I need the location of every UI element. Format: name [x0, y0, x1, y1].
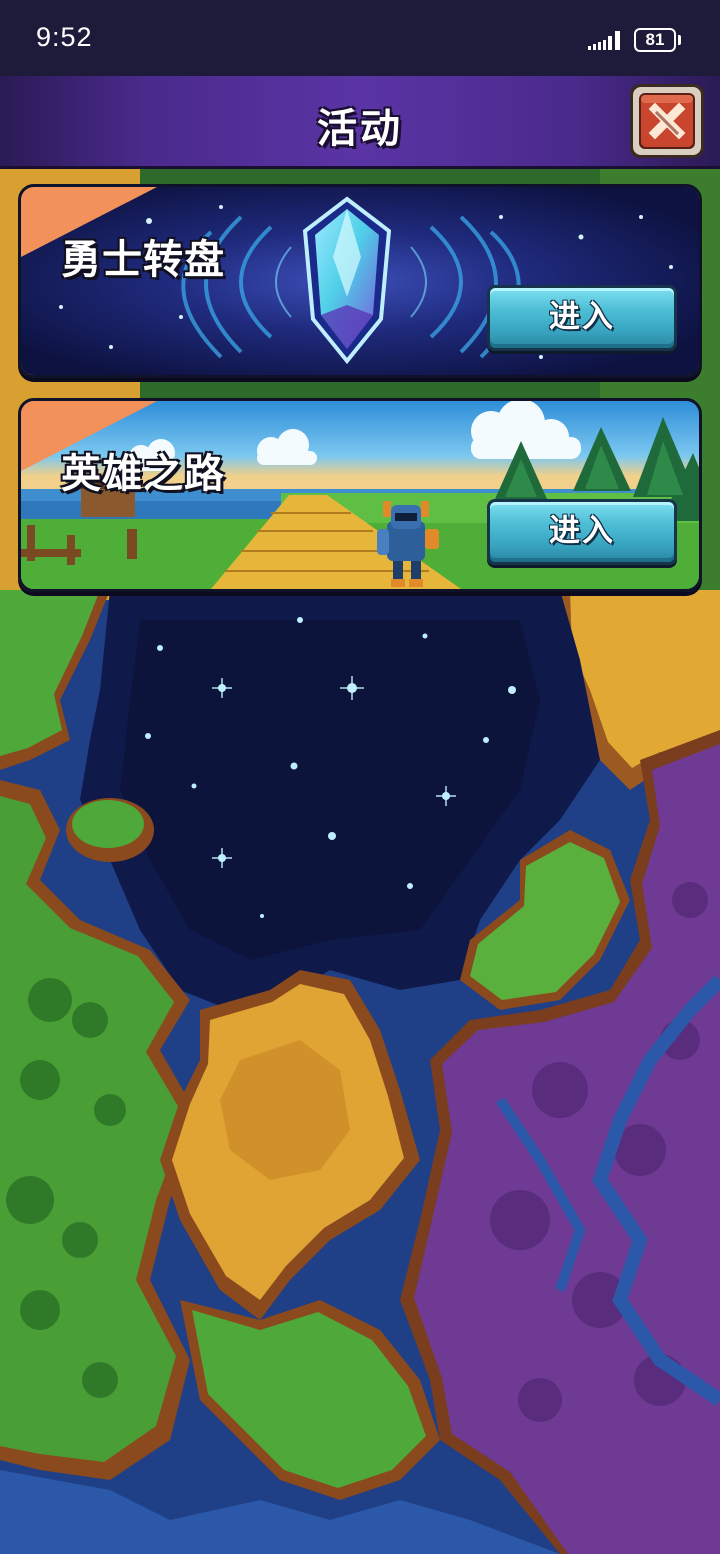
event-card-hero-road[interactable]: 英雄之路 进入 — [18, 398, 702, 592]
battery-icon: 81 — [634, 28, 676, 52]
signal-icon — [588, 31, 620, 50]
header-bar: 活动 — [0, 76, 720, 166]
page-title: 活动 — [317, 106, 403, 152]
enter-button-hero-road[interactable]: 进入 — [487, 499, 677, 565]
close-button[interactable] — [628, 82, 706, 160]
event-title: 英雄之路 — [61, 451, 225, 497]
battery-tip — [678, 35, 681, 45]
status-time: 9:52 — [36, 22, 93, 52]
battery-level: 81 — [645, 30, 665, 49]
activity-screen: 9:52 81 活动 勇士转盘 进入 英雄之路 进入 — [0, 0, 720, 1554]
event-card-warrior-wheel[interactable]: 勇士转盘 进入 — [18, 184, 702, 378]
enter-button-warrior-wheel[interactable]: 进入 — [487, 285, 677, 351]
event-title: 勇士转盘 — [61, 237, 225, 283]
status-bar: 9:52 81 — [0, 0, 720, 76]
